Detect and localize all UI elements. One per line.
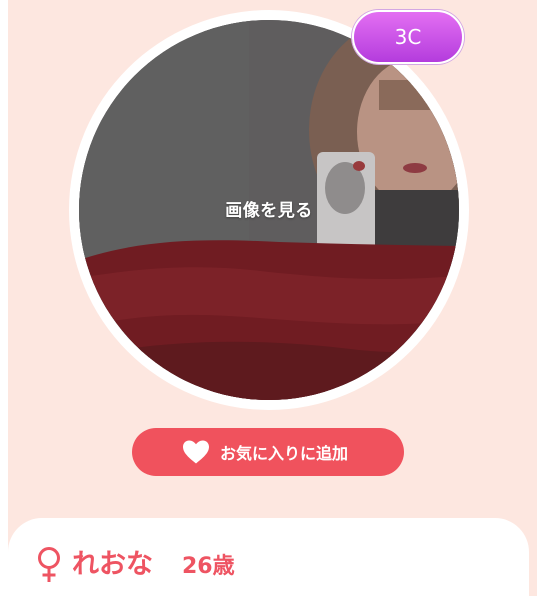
heart-icon [182,440,209,464]
profile-name: れおな [72,549,153,580]
page: 画像を見る 3C お気に入りに追加 れおな 26歳 [0,0,545,596]
add-favorite-label: お気に入りに追加 [219,444,348,463]
view-image-label: 画像を見る [225,201,313,221]
profile-age: 26歳 [182,554,235,579]
female-symbol-icon [38,547,60,582]
profile-photo[interactable]: 画像を見る [79,20,459,400]
add-favorite-button[interactable]: お気に入りに追加 [132,428,404,476]
cup-badge: 3C [352,10,464,64]
